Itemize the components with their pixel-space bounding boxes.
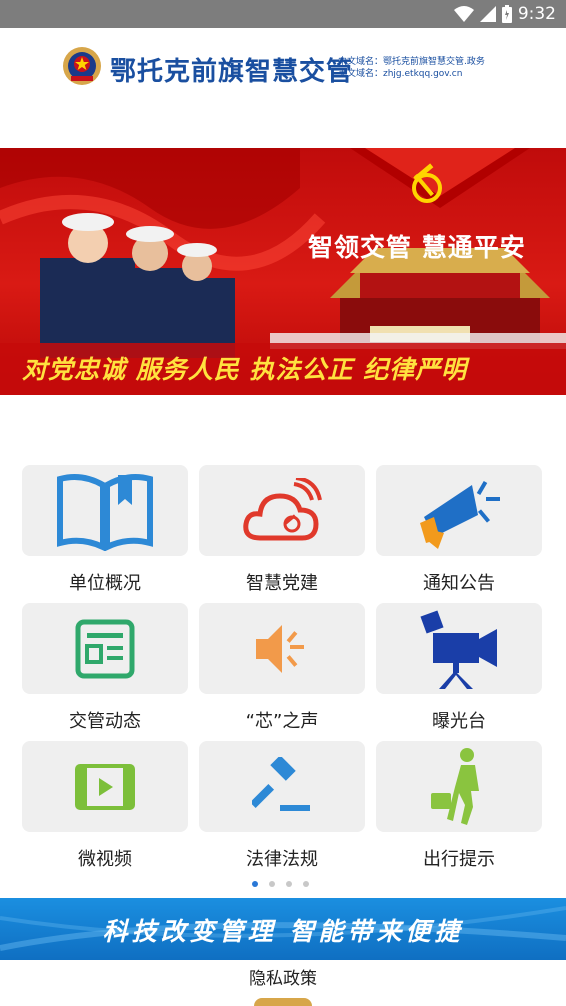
tile-label: 交管动态 [69,711,141,732]
battery-icon [501,5,512,23]
tile-icon-box [376,465,542,556]
pager-dot[interactable] [269,881,275,887]
footer-emblem-icon [254,998,312,1006]
tile-voice[interactable]: “芯”之声 [199,603,365,737]
tile-traffic-news[interactable]: 交管动态 [22,603,188,737]
status-icons: 9:32 [453,4,556,24]
tile-exposure[interactable]: 曝光台 [376,603,542,737]
app-title: 鄂托克前旗智慧交管 [110,57,354,87]
tile-icon-box [22,741,188,832]
wifi-icon [453,6,474,22]
tile-notices[interactable]: 通知公告 [376,465,542,599]
tile-label: 曝光台 [432,711,486,732]
news-icon [75,619,135,678]
tile-icon-box [376,603,542,694]
carousel-banner[interactable]: 智领交管 慧通平安 对党忠诚 服务人民 执法公正 纪律严明 [0,148,566,395]
book-icon [57,473,153,551]
tile-laws[interactable]: 法律法规 [199,741,365,875]
camera-icon [420,609,497,689]
tile-icon-box [199,741,365,832]
tile-travel-tips[interactable]: 出行提示 [376,741,542,875]
traveler-icon [431,747,479,825]
tile-label: 智慧党建 [246,573,318,594]
banner-slogan-bottom: 对党忠诚 服务人民 执法公正 纪律严明 [22,355,468,384]
tile-micro-video[interactable]: 微视频 [22,741,188,875]
police-emblem-icon [63,47,101,85]
cn-domain: 中文域名：鄂托克前旗智慧交管.政务 [338,57,485,67]
pager-dot[interactable] [286,881,292,887]
tile-smart-party[interactable]: 智慧党建 [199,465,365,599]
signal-icon [479,6,496,22]
header: 鄂托克前旗智慧交管 中文域名：鄂托克前旗智慧交管.政务 英文域名：zhjg.et… [0,28,566,148]
pager-dot[interactable] [252,881,258,887]
logo: 鄂托克前旗智慧交管 中文域名：鄂托克前旗智慧交管.政务 英文域名：zhjg.et… [62,46,532,90]
megaphone-icon [420,480,500,549]
tile-icon-box [199,603,365,694]
tile-label: “芯”之声 [245,711,319,732]
domain-info: 中文域名：鄂托克前旗智慧交管.政务 英文域名：zhjg.etkqq.gov.cn [338,56,485,80]
pager-dot[interactable] [303,881,309,887]
status-bar: 9:32 [0,0,566,28]
police-officers-illustration [40,213,235,358]
tile-icon-box [22,603,188,694]
en-domain: 英文域名：zhjg.etkqq.gov.cn [338,69,463,79]
bottom-slogan: 科技改变管理 智能带来便捷 [102,917,464,946]
gavel-icon [252,756,310,811]
tile-label: 出行提示 [423,849,495,870]
speaker-icon [256,624,304,673]
tile-label: 通知公告 [423,573,495,594]
tile-label: 微视频 [78,849,132,870]
party-cloud-icon [243,477,322,540]
tile-unit-overview[interactable]: 单位概况 [22,465,188,599]
banner-slogan-top: 智领交管 慧通平安 [308,233,526,262]
video-icon [75,763,135,810]
tile-icon-box [376,741,542,832]
pager-dots [252,881,309,887]
status-time: 9:32 [517,4,556,24]
tile-icon-box [22,465,188,556]
tile-label: 法律法规 [246,849,318,870]
bottom-banner: 科技改变管理 智能带来便捷 [0,898,566,960]
tile-label: 单位概况 [69,573,141,594]
tile-icon-box [199,465,365,556]
privacy-policy-link[interactable]: 隐私政策 [0,964,566,989]
